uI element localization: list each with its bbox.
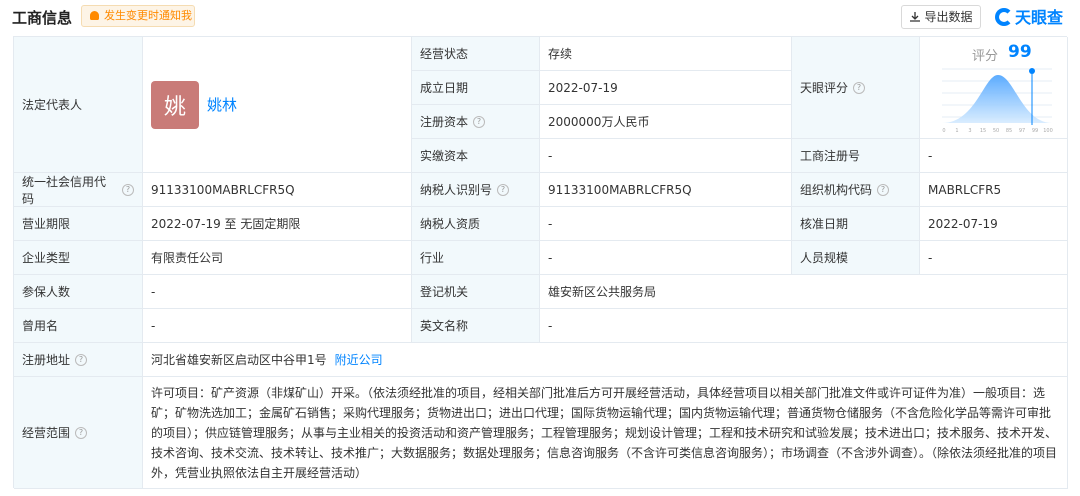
notify-change-button[interactable]: 发生变更时通知我: [81, 5, 195, 27]
tianyancha-logo: 天眼查: [995, 4, 1063, 27]
legal-rep-cell: 姚 姚林: [143, 37, 412, 173]
reg-no-label: 工商注册号: [792, 139, 920, 173]
status-value: 存续: [540, 37, 792, 71]
address-label: 注册地址?: [14, 343, 143, 377]
reg-no-value: -: [920, 139, 1068, 173]
help-icon[interactable]: ?: [75, 426, 88, 439]
tax-id-label: 纳税人识别号?: [412, 173, 540, 207]
type-label: 企业类型: [14, 241, 143, 275]
business-info-table: 法定代表人 姚 姚林 经营状态 存续 成立日期 2022-07-19 注册资本?…: [13, 36, 1068, 489]
industry-label: 行业: [412, 241, 540, 275]
credit-code-label: 统一社会信用代码?: [14, 173, 143, 207]
score-distribution-chart: 0 1 3 15 50 85 97 99 100: [942, 68, 1053, 134]
approve-date-label: 核准日期: [792, 207, 920, 241]
score-axis-tick: 15: [980, 128, 986, 134]
help-icon[interactable]: ?: [853, 81, 866, 94]
score-axis-tick: 3: [968, 128, 971, 134]
english-name-value: -: [540, 309, 1068, 343]
score-axis-tick: 50: [993, 128, 999, 134]
industry-value: -: [540, 241, 792, 275]
score-axis-tick: 97: [1019, 128, 1025, 134]
section-title: 工商信息: [12, 9, 73, 27]
org-code-value: MABRLCFR5: [920, 173, 1068, 207]
capital-value: 2000000万人民币: [540, 105, 792, 139]
paid-capital-value: -: [540, 139, 792, 173]
legal-rep-label: 法定代表人: [14, 37, 143, 173]
type-value: 有限责任公司: [143, 241, 412, 275]
paid-capital-label: 实缴资本: [412, 139, 540, 173]
tax-id-value: 91133100MABRLCFR5Q: [540, 173, 792, 207]
notify-label: 发生变更时通知我: [104, 9, 192, 22]
download-icon: [910, 12, 921, 22]
score-axis-tick: 85: [1006, 128, 1012, 134]
help-icon[interactable]: ?: [122, 183, 134, 196]
term-value: 2022-07-19 至 无固定期限: [143, 207, 412, 241]
found-date-label: 成立日期: [412, 71, 540, 105]
help-icon[interactable]: ?: [497, 183, 510, 196]
bell-icon: [90, 11, 99, 20]
address-value: 河北省雄安新区启动区中谷甲1号: [151, 353, 327, 367]
address-cell: 河北省雄安新区启动区中谷甲1号 附近公司: [143, 343, 1068, 377]
former-name-value: -: [143, 309, 412, 343]
staff-value: -: [920, 241, 1068, 275]
found-date-value: 2022-07-19: [540, 71, 792, 105]
score-axis-tick: 100: [1043, 128, 1053, 134]
taxpayer-value: -: [540, 207, 792, 241]
score-widget[interactable]: 评分 99 0 1 3 15 50 85 97 99 100: [936, 39, 1058, 135]
authority-value: 雄安新区公共服务局: [540, 275, 1068, 309]
avatar: 姚: [151, 80, 199, 129]
former-name-label: 曾用名: [14, 309, 143, 343]
score-label: 天眼评分?: [792, 37, 920, 139]
credit-code-value: 91133100MABRLCFR5Q: [143, 173, 412, 207]
insured-label: 参保人数: [14, 275, 143, 309]
english-name-label: 英文名称: [412, 309, 540, 343]
export-label: 导出数据: [924, 10, 973, 24]
staff-label: 人员规模: [792, 241, 920, 275]
term-label: 营业期限: [14, 207, 143, 241]
score-axis-tick: 0: [942, 128, 945, 134]
status-label: 经营状态: [412, 37, 540, 71]
org-code-label: 组织机构代码?: [792, 173, 920, 207]
insured-value: -: [143, 275, 412, 309]
scope-label: 经营范围?: [14, 377, 143, 489]
help-icon[interactable]: ?: [75, 353, 88, 366]
authority-label: 登记机关: [412, 275, 540, 309]
taxpayer-label: 纳税人资质: [412, 207, 540, 241]
header-bar: 工商信息 发生变更时通知我 导出数据 天眼查: [0, 0, 1080, 34]
legal-rep-name-link[interactable]: 姚林: [207, 94, 237, 115]
export-data-button[interactable]: 导出数据: [901, 5, 981, 29]
approve-date-value: 2022-07-19: [920, 207, 1068, 241]
score-axis-tick: 99: [1032, 128, 1038, 134]
eye-logo-icon: [995, 8, 1013, 26]
score-axis-tick: 1: [955, 128, 958, 134]
help-icon[interactable]: ?: [473, 115, 486, 128]
capital-label: 注册资本?: [412, 105, 540, 139]
scope-value: 许可项目：矿产资源（非煤矿山）开采。（依法须经批准的项目，经相关部门批准后方可开…: [143, 377, 1068, 489]
nearby-companies-link[interactable]: 附近公司: [335, 351, 383, 368]
help-icon[interactable]: ?: [877, 183, 890, 196]
